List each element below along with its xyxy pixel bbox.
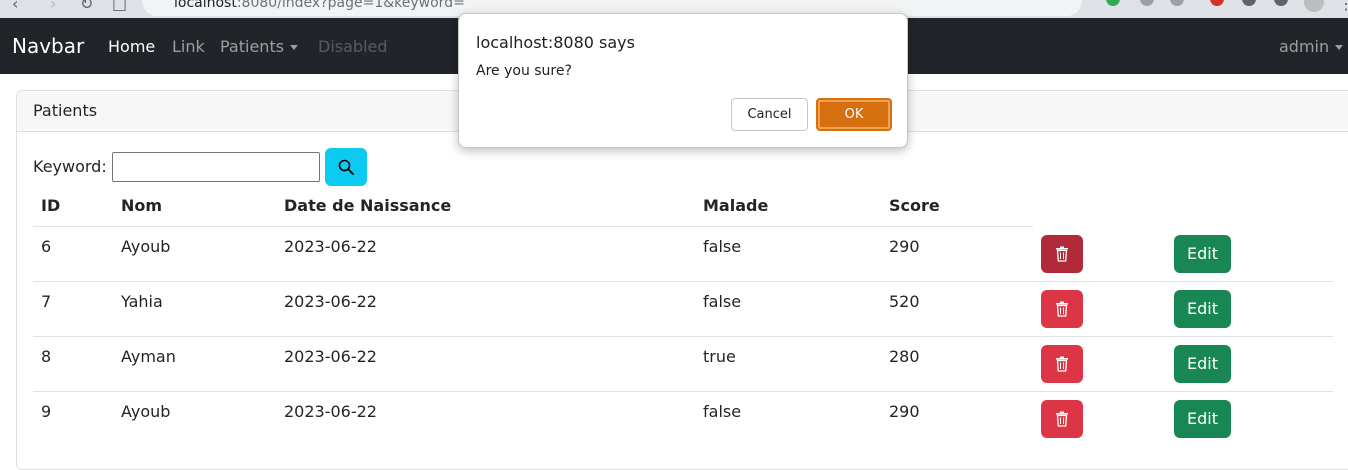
cell-malade: false <box>703 292 742 311</box>
cell-id: 7 <box>41 292 52 311</box>
cell-malade: false <box>703 402 742 421</box>
extension-icon[interactable] <box>1106 0 1120 6</box>
column-header-nom: Nom <box>121 196 163 215</box>
edit-button[interactable]: Edit <box>1174 235 1231 273</box>
search-button[interactable] <box>325 148 367 186</box>
cell-malade: true <box>703 347 736 366</box>
share-icon[interactable] <box>1140 0 1154 6</box>
cell-date: 2023-06-22 <box>284 402 377 421</box>
nav-link-home[interactable]: Home <box>108 37 155 56</box>
column-header-date: Date de Naissance <box>284 196 452 215</box>
cell-score: 280 <box>889 347 920 366</box>
row-divider <box>33 281 1333 282</box>
delete-button[interactable] <box>1041 400 1083 438</box>
row-divider <box>33 336 1333 337</box>
cell-nom: Ayman <box>121 347 176 366</box>
cell-id: 6 <box>41 237 52 256</box>
trash-icon <box>1056 411 1068 427</box>
column-header-score: Score <box>889 196 940 215</box>
delete-button[interactable] <box>1041 345 1083 383</box>
cell-score: 290 <box>889 237 920 256</box>
user-dropdown[interactable]: admin <box>1279 37 1344 56</box>
reload-icon[interactable]: ↻ <box>80 0 93 13</box>
cell-date: 2023-06-22 <box>284 237 377 256</box>
row-divider <box>33 391 1333 392</box>
cell-score: 520 <box>889 292 920 311</box>
bookmark-star-icon[interactable] <box>1170 0 1184 6</box>
delete-button[interactable] <box>1041 235 1083 273</box>
confirm-dialog: localhost:8080 says Are you sure? Cancel… <box>458 13 908 148</box>
keyword-input[interactable] <box>112 152 320 182</box>
cell-nom: Ayoub <box>121 237 171 256</box>
side-panel-icon[interactable] <box>1274 0 1288 6</box>
nav-link-disabled: Disabled <box>318 37 388 56</box>
cell-malade: false <box>703 237 742 256</box>
cell-score: 290 <box>889 402 920 421</box>
home-icon[interactable]: □ <box>112 0 127 13</box>
cell-id: 9 <box>41 402 52 421</box>
column-header-malade: Malade <box>703 196 769 215</box>
caret-down-icon <box>290 45 299 50</box>
column-header-id: ID <box>41 196 61 215</box>
kebab-menu-icon[interactable]: ⋮ <box>1338 0 1348 13</box>
edit-button[interactable]: Edit <box>1174 290 1231 328</box>
search-icon <box>338 159 354 175</box>
trash-icon <box>1056 246 1068 262</box>
back-arrow-icon[interactable]: ‹ <box>12 0 18 13</box>
edit-button[interactable]: Edit <box>1174 345 1231 383</box>
cell-id: 8 <box>41 347 52 366</box>
dialog-ok-button[interactable]: OK <box>816 98 892 131</box>
delete-button[interactable] <box>1041 290 1083 328</box>
cell-nom: Yahia <box>121 292 163 311</box>
nav-dropdown-label: Patients <box>220 37 285 56</box>
trash-icon <box>1056 301 1068 317</box>
nav-link-link[interactable]: Link <box>172 37 205 56</box>
navbar-brand[interactable]: Navbar <box>12 34 84 58</box>
cell-nom: Ayoub <box>121 402 171 421</box>
caret-down-icon <box>1335 45 1344 50</box>
trash-icon <box>1056 356 1068 372</box>
header-divider <box>33 226 1033 227</box>
edit-button[interactable]: Edit <box>1174 400 1231 438</box>
cell-date: 2023-06-22 <box>284 292 377 311</box>
dialog-title: localhost:8080 says <box>476 33 635 52</box>
dialog-cancel-button[interactable]: Cancel <box>731 98 808 131</box>
dialog-message: Are you sure? <box>476 63 572 79</box>
nav-dropdown-patients[interactable]: Patients <box>220 37 299 56</box>
profile-avatar[interactable] <box>1304 0 1324 12</box>
extensions-puzzle-icon[interactable] <box>1242 0 1256 6</box>
forward-arrow-icon[interactable]: › <box>50 0 56 13</box>
keyword-label: Keyword: <box>33 157 107 176</box>
address-url[interactable]: localhost:8080/index?page=1&keyword= <box>174 0 465 11</box>
cell-date: 2023-06-22 <box>284 347 377 366</box>
user-name: admin <box>1279 37 1330 56</box>
opera-icon[interactable] <box>1210 0 1224 6</box>
